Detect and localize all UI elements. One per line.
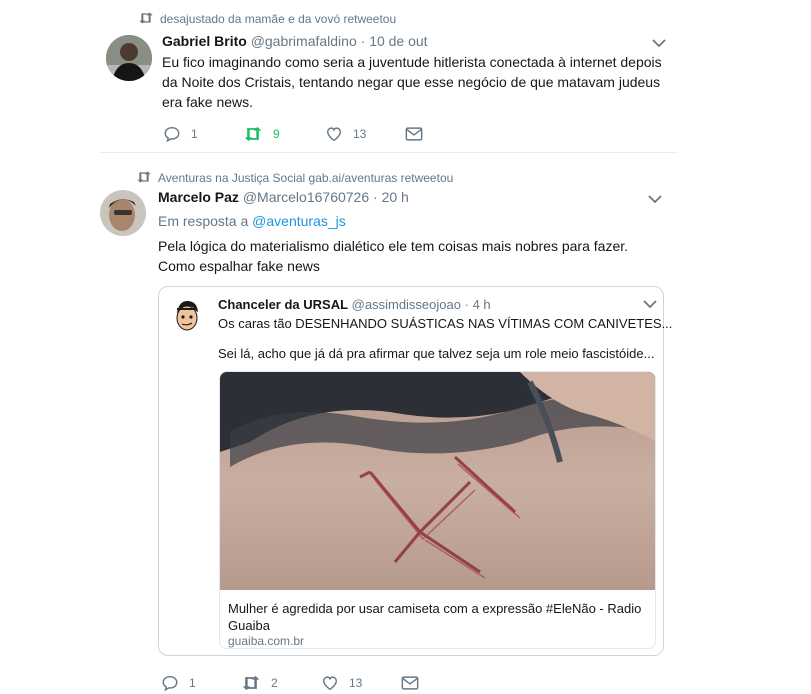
separator: ·	[373, 189, 378, 205]
retweet-count: 9	[273, 127, 280, 141]
timestamp[interactable]: 20 h	[382, 189, 409, 205]
quoted-timestamp[interactable]: 4 h	[473, 297, 491, 312]
quoted-author-handle[interactable]: @assimdisseojoao	[352, 297, 461, 312]
quoted-avatar[interactable]	[169, 297, 205, 333]
tweet-text: Eu fico imaginando como seria a juventud…	[162, 54, 662, 110]
author-handle[interactable]: @Marcelo16760726	[243, 189, 369, 205]
timestamp[interactable]: 10 de out	[369, 33, 427, 49]
heart-icon	[326, 127, 342, 142]
like-count: 13	[349, 676, 363, 690]
retweet-icon	[244, 126, 262, 142]
caret-down-icon[interactable]	[643, 299, 657, 309]
like-button[interactable]: 13	[325, 123, 366, 145]
retweet-context[interactable]: desajustado da mamãe e da vovó retweetou	[160, 12, 396, 26]
quoted-tweet[interactable]: Chanceler da URSAL @assimdisseojoao · 4 …	[158, 286, 672, 656]
retweet-context[interactable]: Aventuras na Justiça Social gab.ai/avent…	[158, 171, 453, 185]
avatar[interactable]	[100, 190, 146, 236]
quoted-text-line: Os caras tão DESENHANDO SUÁSTICAS NAS VÍ…	[218, 316, 673, 331]
avatar[interactable]	[106, 35, 152, 81]
reply-context: Em resposta a @aventuras_js	[158, 213, 346, 229]
retweet-icon	[242, 675, 260, 691]
retweet-count: 2	[271, 676, 278, 690]
caret-down-icon[interactable]	[652, 38, 666, 48]
avatar-photo	[106, 35, 152, 81]
tweet-actions: 1 9 13	[163, 123, 433, 145]
retweet-icon	[137, 171, 151, 183]
reply-count: 1	[191, 127, 198, 141]
caret-down-icon[interactable]	[648, 194, 662, 204]
avatar-photo	[100, 190, 146, 236]
separator: ·	[360, 33, 366, 49]
quoted-author-name[interactable]: Chanceler da URSAL	[218, 297, 348, 312]
quoted-text-line: Sei lá, acho que já dá pra afirmar que t…	[218, 346, 655, 361]
reply-icon	[164, 126, 180, 143]
tweet-text: Pela lógica do materialismo dialético el…	[158, 238, 629, 274]
card-domain[interactable]: guaiba.com.br	[228, 634, 304, 648]
reply-prefix: Em resposta a	[158, 213, 249, 229]
tweet-divider	[100, 152, 678, 153]
tweet-header: Gabriel Brito @gabrimafaldino · 10 de ou…	[162, 33, 428, 49]
retweet-button[interactable]: 9	[243, 123, 280, 145]
reply-count: 1	[189, 676, 196, 690]
quoted-header: Chanceler da URSAL @assimdisseojoao · 4 …	[218, 297, 491, 312]
author-name[interactable]: Gabriel Brito	[162, 33, 247, 49]
card-title[interactable]: Mulher é agredida por usar camiseta com …	[228, 600, 648, 634]
like-count: 13	[353, 127, 367, 141]
author-handle[interactable]: @gabrimafaldino	[251, 33, 357, 49]
retweet-icon	[139, 12, 153, 24]
reply-icon	[162, 675, 178, 692]
separator: ·	[464, 297, 469, 312]
cartoon-face-icon	[169, 297, 205, 333]
heart-icon	[322, 676, 338, 691]
reply-button[interactable]: 1	[163, 123, 198, 145]
tweet[interactable]: Aventuras na Justiça Social gab.ai/avent…	[0, 160, 811, 692]
tweet-header: Marcelo Paz @Marcelo16760726 · 20 h	[158, 189, 409, 205]
tweet[interactable]: desajustado da mamãe e da vovó retweetou…	[0, 0, 811, 150]
mail-icon	[405, 127, 423, 141]
link-card[interactable]: Mulher é agredida por usar camiseta com …	[219, 371, 656, 649]
mail-icon	[401, 676, 419, 690]
author-name[interactable]: Marcelo Paz	[158, 189, 239, 205]
dm-button[interactable]	[405, 123, 423, 145]
reply-to-link[interactable]: @aventuras_js	[252, 213, 346, 229]
card-image	[220, 372, 655, 590]
